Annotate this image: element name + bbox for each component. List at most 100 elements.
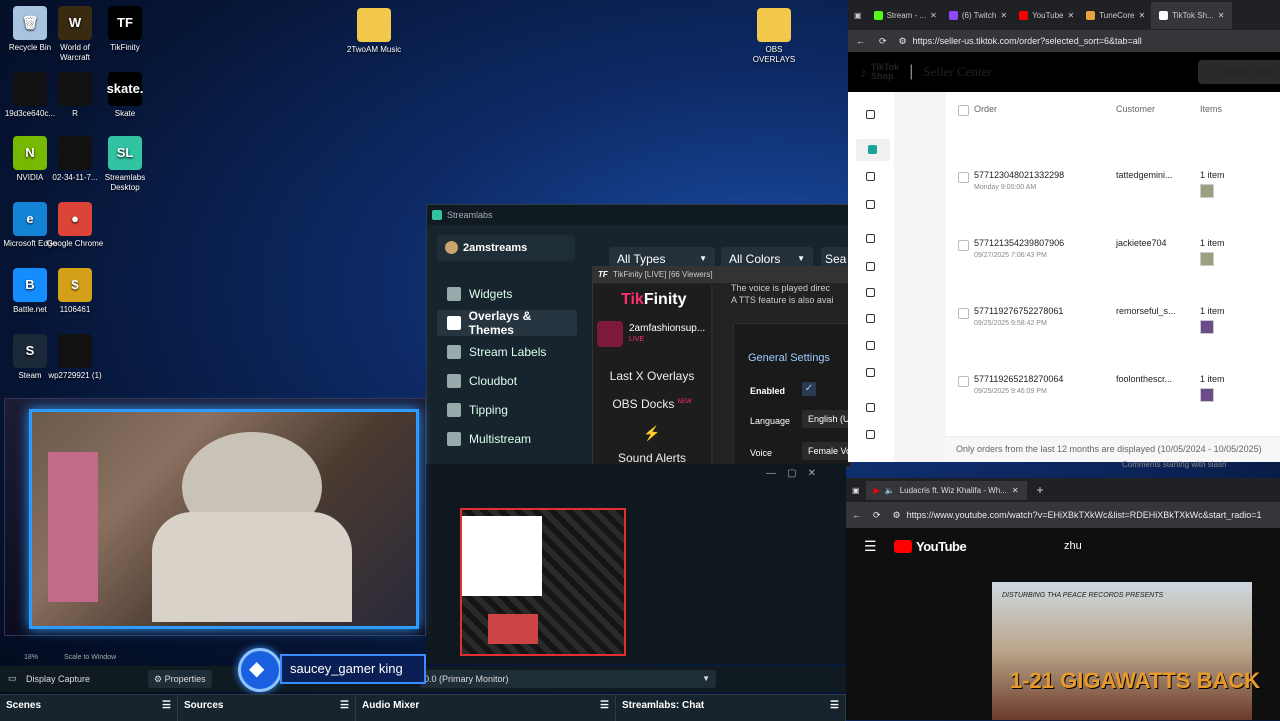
close-icon[interactable]: ✕ [930,11,937,20]
browser-tab[interactable]: YouTube ✕ [1013,2,1080,29]
close-icon[interactable]: ✕ [1068,11,1075,20]
dock-menu-icon[interactable]: ☰ [162,695,171,717]
nav-widgets[interactable]: Widgets [437,281,577,307]
youtube-search-input[interactable]: zhu [1064,540,1082,552]
site-info-icon[interactable]: ⚙ [893,36,913,47]
nav-tipping[interactable]: Tipping [437,397,577,423]
dock-scenes[interactable]: Scenes ☰ [0,695,178,721]
language-select[interactable]: English (U [802,410,850,428]
analytics-icon[interactable] [866,403,875,412]
video-player[interactable]: DISTURBING THA PEACE RECORDS PRESENTS 1-… [992,582,1260,720]
back-icon[interactable]: ← [848,36,873,46]
close-icon[interactable]: ✕ [1138,11,1145,20]
desktop-icon[interactable]: skate. Skate [95,72,155,119]
reload-icon[interactable]: ⟳ [867,510,887,521]
browser-tab[interactable]: TuneCore ✕ [1080,2,1151,29]
new-tab-icon[interactable]: + [1027,483,1054,497]
home-icon[interactable] [866,110,875,119]
browser-tab[interactable]: TikTok Sh... ✕ [1151,1,1233,29]
desktop-icon-label: TikFinity [110,43,140,52]
table-row[interactable]: 577123048021332298 Monday 9:00:00 AM tatte… [946,168,1280,204]
desktop-icon[interactable]: ● Google Chrome [45,202,105,249]
dock-audio-mixer[interactable]: Audio Mixer ☰ [356,695,616,721]
brand-part: Tik [621,291,644,308]
nav-multistream[interactable]: Multistream [437,426,577,452]
ads-icon[interactable] [866,314,875,323]
webcam-subject-body [152,512,352,622]
menu-obs-docks[interactable]: OBS Docks NEW [593,397,711,411]
voice-select[interactable]: Female Vo [802,442,850,460]
close-icon[interactable]: ✕ [1012,486,1019,495]
desktop-icon[interactable]: TF TikFinity [95,6,155,53]
orders-icon[interactable] [856,139,890,161]
table-row[interactable]: 577119265218270064 09/25/2025 9:46:09 PM f… [946,372,1280,408]
nav-stream-labels[interactable]: Stream Labels [437,339,577,365]
dock-menu-icon[interactable]: ☰ [340,695,349,717]
close-icon[interactable]: ✕ [1218,11,1225,20]
desktop-icon[interactable]: $1106461 [45,268,105,315]
desktop-icon[interactable]: OBS OVERLAYS [744,8,804,65]
monitor-select[interactable]: 0.0 (Primary Monitor) ▼ [420,670,716,688]
row-checkbox[interactable] [958,308,969,319]
apps-icon[interactable] [866,368,875,377]
order-id[interactable]: 577121354239807906 [974,238,1064,248]
row-checkbox[interactable] [958,376,969,387]
tab-list-icon[interactable]: ▣ [848,11,868,20]
select-all-checkbox[interactable] [958,105,969,116]
table-row[interactable]: 577121354239807906 09/27/2025 7:06:43 PM j… [946,236,1280,272]
menu-last-x-overlays[interactable]: Last X Overlays [593,369,711,383]
order-id[interactable]: 577119276752278061 [974,306,1063,316]
menu-icon[interactable]: ☰ [864,538,877,555]
customers-icon[interactable] [866,288,875,297]
row-checkbox[interactable] [958,172,969,183]
nav-overlays-themes[interactable]: Overlays & Themes [437,309,577,337]
shipping-icon[interactable] [866,200,875,209]
url-field[interactable]: https://www.youtube.com/watch?v=EHiXBkTX… [907,510,1262,520]
video-thumb-title: 1-21 GIGAWATTS BACK [1010,668,1261,693]
products-icon[interactable] [866,172,875,181]
youtube-favicon-icon: ▶ [873,485,880,495]
marketing-icon[interactable] [866,234,875,243]
monitor-icon: ▭ [8,673,17,683]
order-id[interactable]: 577119265218270064 [974,374,1063,384]
desktop-icon[interactable]: 2TwoAM Music [344,8,404,55]
seller-search-input[interactable]: ⌕ Search: "revi [1198,60,1280,84]
tab-list-icon[interactable]: ▣ [846,486,866,495]
order-id[interactable]: 577123048021332298 [974,170,1064,180]
dock-menu-icon[interactable]: ☰ [600,695,609,717]
order-date: Monday 9:00:00 AM [974,184,1037,191]
dock-streamlabs-chat[interactable]: Streamlabs: Chat ☰ [616,695,846,721]
enabled-checkbox[interactable]: ✓ [802,382,816,396]
favicon-icon [873,10,883,20]
browser-tab[interactable]: Stream - ... ✕ [868,2,943,29]
help-icon[interactable] [866,430,875,439]
growth-icon[interactable] [866,341,875,350]
selected-source-box[interactable] [460,508,626,656]
item-thumbnail [1200,388,1214,402]
desktop-icon[interactable]: SL Streamlabs Desktop [95,136,155,193]
affiliate-icon[interactable] [866,262,875,271]
browser-tab[interactable]: (6) Twitch ✕ [943,2,1013,29]
window-controls[interactable]: — ▢ ✕ [766,468,816,479]
url-field[interactable]: https://seller-us.tiktok.com/order?selec… [913,36,1142,46]
filter-colors-value: All Colors [729,252,781,266]
nav-cloudbot[interactable]: Cloudbot [437,368,577,394]
dock-menu-icon[interactable]: ☰ [830,695,839,717]
table-row[interactable]: 577119276752278061 09/25/2025 9:58:42 PM r… [946,304,1280,340]
close-icon[interactable]: ✕ [1000,11,1007,20]
streamlabs-user[interactable]: 2amstreams [437,235,575,261]
site-info-icon[interactable]: ⚙ [887,510,907,521]
account-name: 2amfashionsup... [629,323,706,334]
gear-icon: ⚙ [154,674,163,684]
youtube-window: ▣ ▶ 🔈 Ludacris ft. Wiz Khalifa - Wh... ✕… [846,478,1280,720]
reload-icon[interactable]: ⟳ [873,36,893,47]
menu-sound-alerts[interactable]: Sound Alerts [593,451,711,465]
tab-label: YouTube [1032,10,1064,20]
back-icon[interactable]: ← [846,510,867,520]
scale-to-window[interactable]: Scale to Window [64,654,116,661]
desktop-icon[interactable]: wp2729921 (1) [45,334,105,381]
tab-youtube-video[interactable]: ▶ 🔈 Ludacris ft. Wiz Khalifa - Wh... ✕ [865,480,1027,500]
properties-button[interactable]: ⚙ Properties [148,670,212,688]
row-checkbox[interactable] [958,240,969,251]
dock-sources[interactable]: Sources ☰ [178,695,356,721]
